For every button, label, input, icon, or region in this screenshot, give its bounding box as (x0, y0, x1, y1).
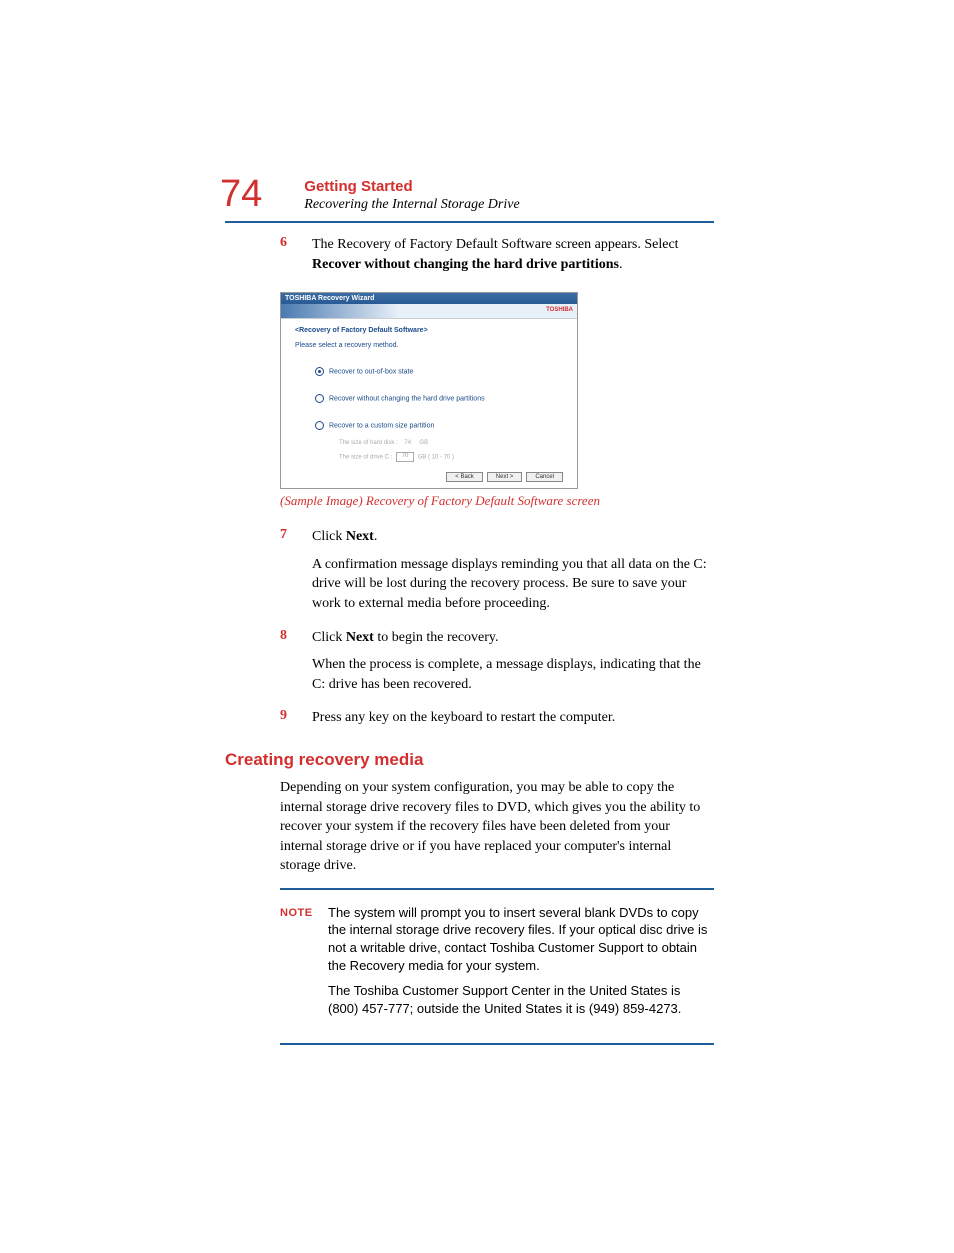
radio-icon (315, 394, 324, 403)
radio-icon (315, 421, 324, 430)
note-paragraph: The Toshiba Customer Support Center in t… (328, 982, 714, 1017)
step-text: Click (312, 630, 346, 645)
disk-size-label: The size of hard disk : (339, 440, 398, 446)
drive-size-input[interactable]: 70 (396, 452, 414, 462)
step-text: . (619, 257, 623, 272)
step-text: Press any key on the keyboard to restart… (312, 708, 714, 728)
step-number: 8 (280, 628, 312, 703)
next-button[interactable]: Next > (487, 472, 523, 482)
step-number: 9 (280, 708, 312, 736)
wizard-titlebar: TOSHIBA Recovery Wizard (281, 293, 577, 304)
wizard-heading: <Recovery of Factory Default Software> (295, 327, 563, 334)
brand-label: TOSHIBA (546, 307, 573, 313)
step-text: to begin the recovery. (374, 630, 499, 645)
step-bold: Next (346, 529, 374, 544)
drive-size-label: The size of drive C : (339, 455, 392, 461)
step-number: 6 (280, 235, 312, 282)
page: 74 Getting Started Recovering the Intern… (0, 0, 954, 1253)
step-number: 7 (280, 527, 312, 621)
step-paragraph: A confirmation message displays remindin… (312, 555, 714, 614)
wizard-buttons: < Back Next > Cancel (295, 472, 563, 482)
step-body: Press any key on the keyboard to restart… (312, 708, 714, 736)
radio-label: Recover to out-of-box state (329, 369, 413, 376)
wizard-banner: TOSHIBA (281, 304, 577, 319)
note-rule-top (280, 888, 714, 890)
screenshot-caption: (Sample Image) Recovery of Factory Defau… (280, 493, 714, 509)
radio-label: Recover without changing the hard drive … (329, 396, 485, 403)
radio-option-1[interactable]: Recover to out-of-box state (315, 367, 563, 376)
page-number: 74 (220, 175, 262, 213)
chapter-title: Getting Started (304, 178, 519, 195)
step-9: 9 Press any key on the keyboard to resta… (225, 708, 714, 736)
radio-option-2[interactable]: Recover without changing the hard drive … (315, 394, 563, 403)
step-7: 7 Click Next. A confirmation message dis… (225, 527, 714, 621)
wizard-instruction: Please select a recovery method. (295, 342, 563, 349)
page-header: 74 Getting Started Recovering the Intern… (220, 175, 714, 213)
radio-option-3[interactable]: Recover to a custom size partition (315, 421, 563, 430)
cancel-button[interactable]: Cancel (526, 472, 563, 482)
step-8: 8 Click Next to begin the recovery. When… (225, 628, 714, 703)
wizard-screenshot: TOSHIBA Recovery Wizard TOSHIBA <Recover… (280, 292, 578, 489)
back-button[interactable]: < Back (446, 472, 483, 482)
step-paragraph: When the process is complete, a message … (312, 655, 714, 694)
step-body: Click Next to begin the recovery. When t… (312, 628, 714, 703)
drive-size-row: The size of drive C : 70 GB ( 10 - 70 ) (339, 452, 563, 462)
radio-icon (315, 367, 324, 376)
step-bold: Recover without changing the hard drive … (312, 257, 619, 272)
section-heading: Creating recovery media (225, 750, 714, 770)
step-body: The Recovery of Factory Default Software… (312, 235, 714, 282)
note-label: NOTE (280, 904, 328, 1025)
note-block: NOTE The system will prompt you to inser… (280, 888, 714, 1045)
step-6: 6 The Recovery of Factory Default Softwa… (225, 235, 714, 282)
disk-size-row: The size of hard disk : 74 GB (339, 440, 563, 446)
step-bold: Next (346, 630, 374, 645)
section-body: Depending on your system configuration, … (280, 778, 714, 876)
step-text: Click (312, 529, 346, 544)
step-text: The Recovery of Factory Default Software… (312, 237, 679, 252)
note-paragraph: The system will prompt you to insert sev… (328, 904, 714, 974)
header-text: Getting Started Recovering the Internal … (304, 175, 519, 213)
wizard-body: <Recovery of Factory Default Software> P… (281, 319, 577, 488)
note-row: NOTE The system will prompt you to inser… (280, 898, 714, 1031)
note-text: The system will prompt you to insert sev… (328, 904, 714, 1025)
radio-label: Recover to a custom size partition (329, 423, 434, 430)
disk-size-value: 74 (404, 440, 411, 446)
drive-size-suffix: GB ( 10 - 70 ) (418, 455, 454, 461)
step-body: Click Next. A confirmation message displ… (312, 527, 714, 621)
section-title: Recovering the Internal Storage Drive (304, 197, 519, 213)
disk-size-unit: GB (419, 440, 428, 446)
note-rule-bottom (280, 1043, 714, 1045)
step-text: . (374, 529, 378, 544)
header-rule (225, 221, 714, 223)
